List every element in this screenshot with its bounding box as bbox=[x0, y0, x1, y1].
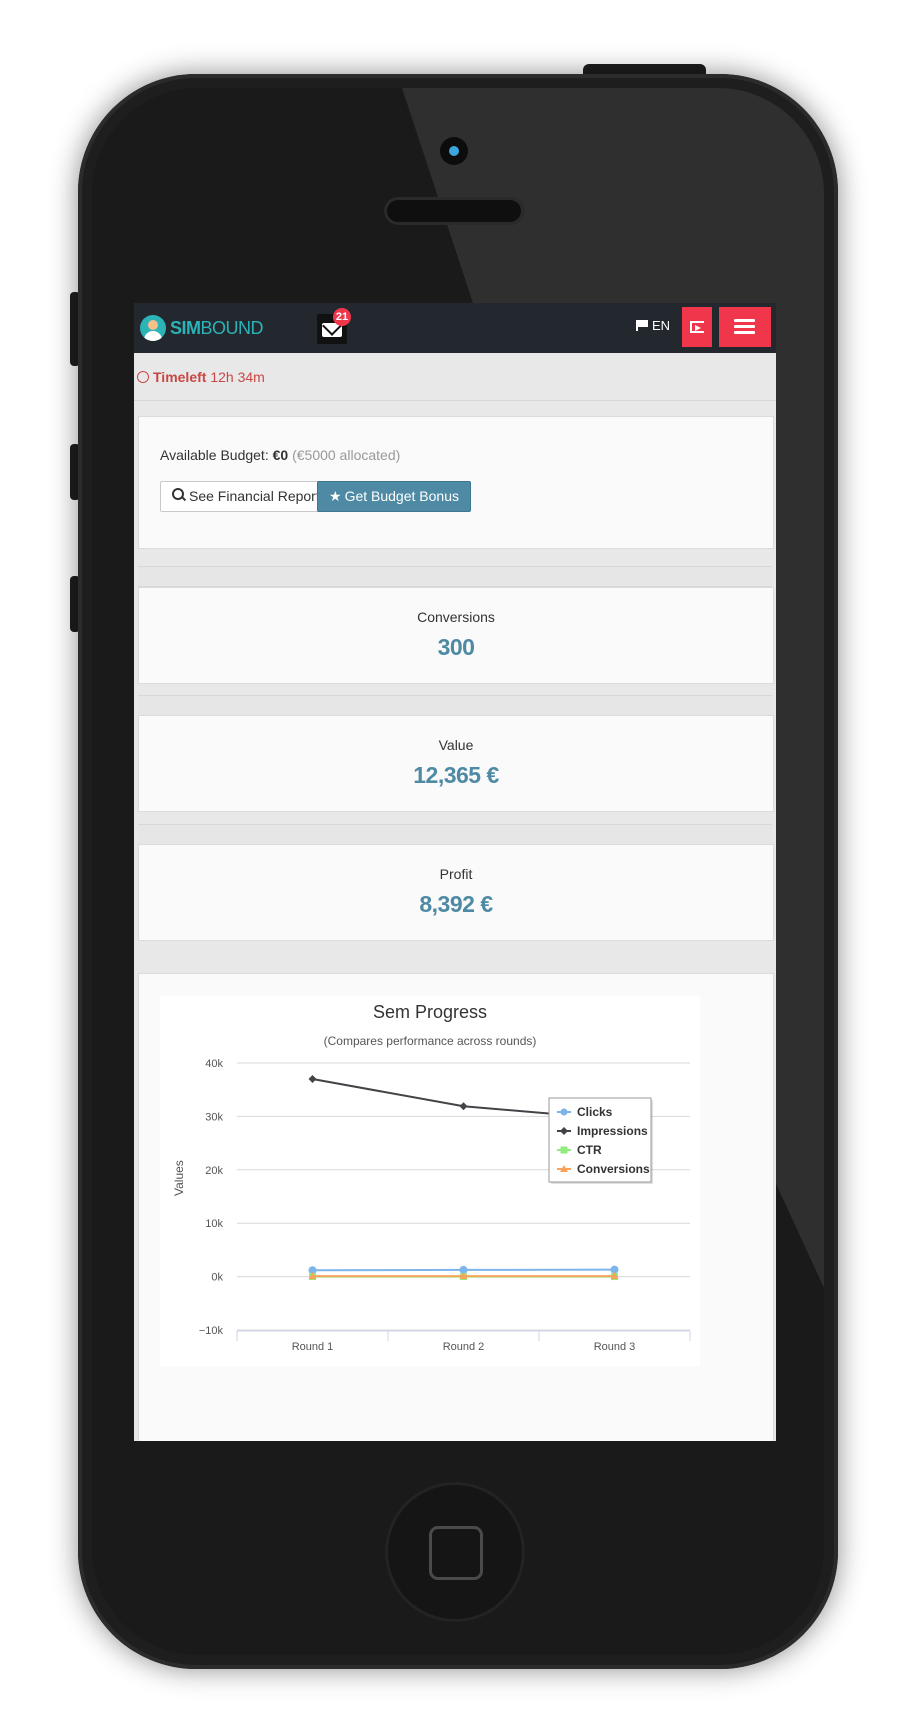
timeleft-value: 12h 34m bbox=[210, 369, 265, 385]
data-point-impressions bbox=[459, 1102, 468, 1111]
stat-label: Value bbox=[438, 737, 474, 753]
legend-marker bbox=[560, 1146, 568, 1154]
y-tick-label: 20k bbox=[205, 1165, 223, 1177]
stat-label: Conversions bbox=[417, 609, 495, 625]
chart-panel: Sem Progress (Compares performance acros… bbox=[138, 973, 774, 1441]
get-budget-bonus-button[interactable]: ★ Get Budget Bonus bbox=[317, 481, 471, 512]
app-screen: SIMBOUND 21 EN Timeleft 12h 34m Availabl… bbox=[134, 303, 776, 1441]
logo-avatar-icon bbox=[140, 315, 166, 341]
stat-card-profit: Profit 8,392 € bbox=[138, 844, 774, 941]
y-tick-label: 10k bbox=[205, 1218, 223, 1230]
language-label: EN bbox=[652, 318, 671, 333]
search-icon bbox=[172, 488, 184, 500]
hamburger-icon bbox=[734, 325, 755, 328]
timeleft: Timeleft 12h 34m bbox=[137, 369, 265, 385]
sign-out-icon bbox=[690, 321, 704, 333]
budget-label: Available Budget: bbox=[160, 447, 269, 463]
stat-card-conversions: Conversions 300 bbox=[138, 587, 774, 684]
section-divider bbox=[138, 824, 772, 845]
y-tick-label: 0k bbox=[211, 1272, 223, 1284]
timeleft-bar: Timeleft 12h 34m bbox=[134, 353, 776, 401]
y-tick-label: −10k bbox=[199, 1325, 224, 1337]
stat-value: 12,365 € bbox=[413, 762, 499, 788]
budget-amount: €0 bbox=[272, 447, 289, 463]
stat-label: Profit bbox=[439, 866, 473, 882]
legend-item-label: Conversions bbox=[577, 1162, 650, 1176]
home-button[interactable] bbox=[385, 1482, 525, 1622]
legend-item-label: Clicks bbox=[577, 1105, 613, 1119]
logo-text: SIMBOUND bbox=[170, 317, 264, 339]
logout-button[interactable] bbox=[682, 307, 712, 347]
clock-icon bbox=[137, 371, 149, 383]
stat-card-value: Value 12,365 € bbox=[138, 715, 774, 812]
simbound-logo[interactable]: SIMBOUND bbox=[140, 313, 264, 343]
menu-toggle-button[interactable] bbox=[719, 307, 771, 347]
budget-bonus-label: Get Budget Bonus bbox=[344, 488, 459, 504]
legend-item-label: CTR bbox=[577, 1143, 602, 1157]
hamburger-icon bbox=[734, 319, 755, 322]
camera-icon bbox=[440, 137, 468, 165]
see-financial-report-button[interactable]: See Financial Report bbox=[160, 481, 332, 512]
legend-marker bbox=[560, 1108, 568, 1116]
star-icon: ★ bbox=[329, 488, 342, 504]
stat-value: 300 bbox=[437, 634, 475, 660]
logo-text-bound: BOUND bbox=[200, 317, 264, 338]
chart-plot: −10k 0k 10k 20k 30k 40k Round 1 Round 2 Round 3 C… bbox=[199, 1058, 691, 1353]
x-tick-label: Round 3 bbox=[594, 1341, 636, 1353]
messages-badge: 21 bbox=[333, 308, 351, 326]
navbar: SIMBOUND 21 EN bbox=[134, 303, 776, 353]
budget-line: Available Budget: €0 (€5000 allocated) bbox=[160, 447, 400, 463]
language-selector[interactable]: EN bbox=[636, 318, 670, 333]
timeleft-label: Timeleft bbox=[153, 369, 207, 385]
y-tick-label: 40k bbox=[205, 1058, 223, 1070]
stat-value: 8,392 € bbox=[419, 891, 493, 917]
financial-report-label: See Financial Report bbox=[189, 488, 320, 504]
x-tick-label: Round 1 bbox=[292, 1341, 334, 1353]
budget-panel: Available Budget: €0 (€5000 allocated) S… bbox=[138, 416, 774, 549]
logo-text-sim: SIM bbox=[170, 317, 201, 338]
x-tick-label: Round 2 bbox=[443, 1341, 485, 1353]
budget-allocated: (€5000 allocated) bbox=[292, 447, 401, 463]
section-divider bbox=[138, 695, 772, 716]
home-square-icon bbox=[429, 1526, 483, 1580]
speaker-grille bbox=[384, 197, 524, 225]
hamburger-icon bbox=[734, 331, 755, 334]
section-divider bbox=[138, 566, 772, 587]
sem-progress-chart: Sem Progress (Compares performance acros… bbox=[160, 996, 700, 1366]
legend-item-label: Impressions bbox=[577, 1124, 648, 1138]
flag-icon bbox=[636, 320, 649, 331]
y-tick-label: 30k bbox=[205, 1111, 223, 1123]
data-point-impressions bbox=[308, 1075, 317, 1084]
